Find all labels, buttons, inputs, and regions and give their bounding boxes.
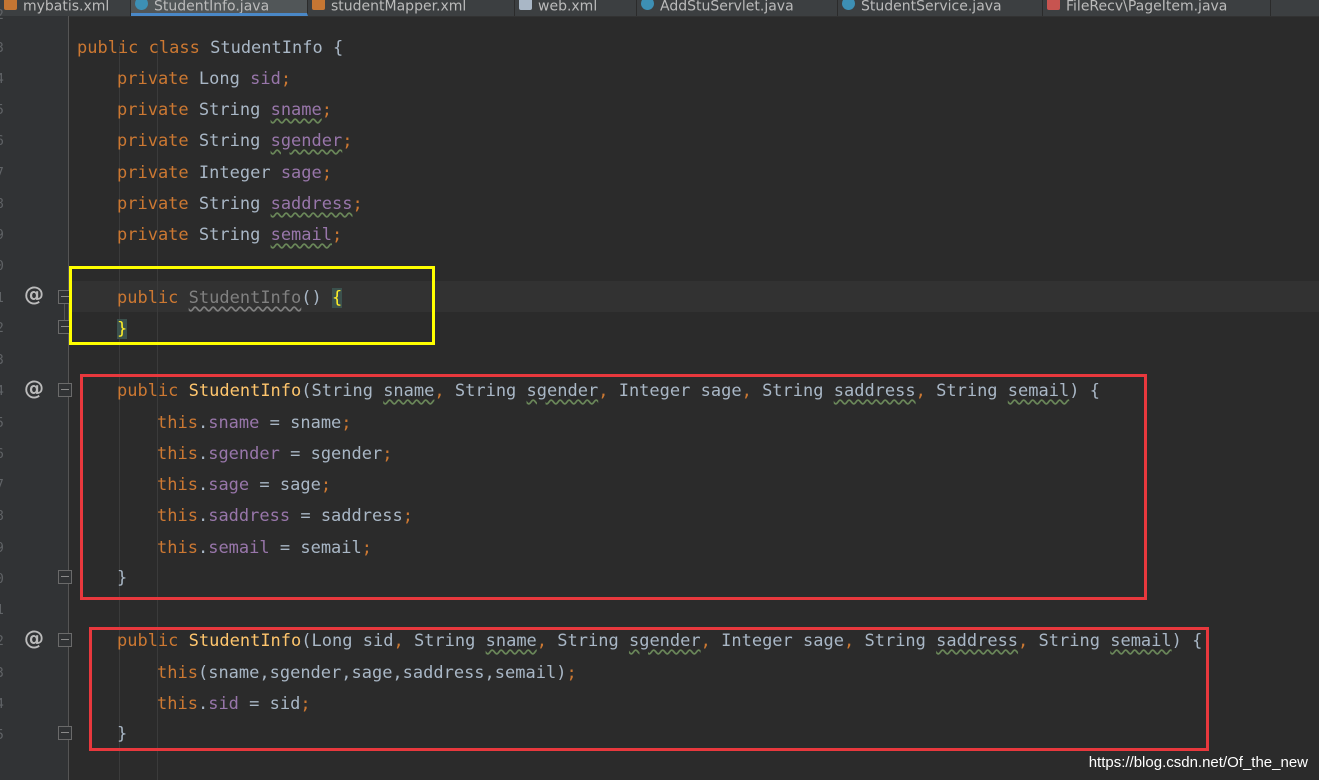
web-xml-icon (519, 0, 532, 10)
tab-label: StudentInfo.java (154, 0, 270, 15)
code-line-field: private Integer sage; (117, 163, 333, 183)
line-number: 1 (0, 604, 6, 618)
code-line-field: private String sname; (117, 100, 333, 120)
line-number: 4 (0, 385, 6, 399)
java-file-icon (1047, 0, 1060, 10)
tab-label: StudentService.java (861, 0, 1002, 15)
line-number: 3 (0, 354, 6, 368)
line-number: 6 (0, 135, 6, 149)
xml-file-icon (312, 0, 325, 10)
line-number: 2 (0, 9, 6, 23)
code-line-field: private Long sid; (117, 69, 292, 89)
class-icon (842, 0, 855, 10)
class-icon (641, 0, 654, 10)
override-marker-icon[interactable]: @ (24, 378, 44, 398)
code-line-field: private String sgender; (117, 131, 353, 151)
tab-addstuservlet-java[interactable]: AddStuServlet.java (637, 0, 838, 16)
tab-web-xml[interactable]: web.xml (515, 0, 637, 16)
line-number: 9 (0, 229, 6, 243)
watermark-text: https://blog.csdn.net/Of_the_new (1088, 754, 1308, 771)
line-number: 4 (0, 73, 6, 87)
yellow-highlight-box (69, 266, 435, 345)
tab-label: AddStuServlet.java (660, 0, 794, 15)
tab-label: web.xml (538, 0, 598, 15)
line-number: 0 (0, 573, 6, 587)
red-highlight-box (80, 374, 1147, 600)
line-number: 5 (0, 729, 6, 743)
tab-label: FileRecv\PageItem.java (1066, 0, 1228, 15)
code-line-class-declaration: public class StudentInfo { (77, 38, 344, 58)
code-line-field: private String saddress; (117, 194, 363, 214)
line-number: 9 (0, 542, 6, 556)
line-number: 1 (0, 292, 6, 306)
fold-guide-line (64, 304, 65, 320)
tab-label: studentMapper.xml (331, 0, 467, 15)
line-number: 2 (0, 635, 6, 649)
line-number: 2 (0, 322, 6, 336)
editor-tab-bar: mybatis.xml StudentInfo.java studentMapp… (0, 0, 1319, 17)
code-line-field: private String semail; (117, 225, 343, 245)
line-number: 4 (0, 698, 6, 712)
line-number: 5 (0, 104, 6, 118)
tab-pageitem-java[interactable]: FileRecv\PageItem.java (1043, 0, 1271, 16)
tab-studentmapper-xml[interactable]: studentMapper.xml (308, 0, 515, 16)
line-number: 0 (0, 260, 6, 274)
line-gutter: 2 3 4 5 6 7 8 9 0 1 2 3 4 5 6 7 8 9 0 1 … (0, 9, 72, 780)
line-number: 7 (0, 479, 6, 493)
line-number: 3 (0, 42, 6, 56)
override-marker-icon[interactable]: @ (24, 284, 44, 304)
tab-label: mybatis.xml (23, 0, 110, 15)
line-number: 3 (0, 667, 6, 681)
line-number: 8 (0, 510, 6, 524)
tab-studentservice-java[interactable]: StudentService.java (838, 0, 1043, 16)
line-number: 8 (0, 198, 6, 212)
red-highlight-box (89, 627, 1209, 751)
class-icon (135, 0, 148, 10)
line-number: 7 (0, 167, 6, 181)
line-number: 5 (0, 417, 6, 431)
tab-studentinfo-java[interactable]: StudentInfo.java (131, 0, 308, 16)
override-marker-icon[interactable]: @ (24, 628, 44, 648)
line-number: 6 (0, 448, 6, 462)
tab-mybatis-xml[interactable]: mybatis.xml (0, 0, 131, 16)
